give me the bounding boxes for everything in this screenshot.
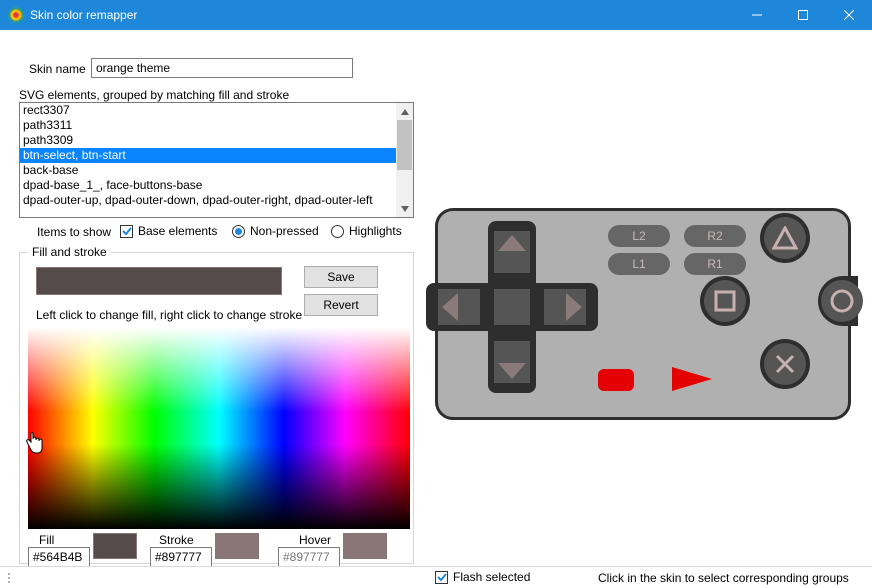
maximize-button[interactable]	[780, 0, 826, 30]
base-elements-checkbox[interactable]: Base elements	[120, 224, 217, 238]
r2-button[interactable]: R2	[684, 225, 746, 247]
elements-listbox[interactable]: rect3307path3311path3309btn-select, btn-…	[19, 102, 414, 218]
fill-input[interactable]	[28, 547, 90, 567]
list-item[interactable]: dpad-outer-up, dpad-outer-down, dpad-out…	[20, 193, 396, 208]
list-item[interactable]: dpad-base_1_, face-buttons-base	[20, 178, 396, 193]
save-button[interactable]: Save	[304, 266, 378, 288]
title-bar: Skin color remapper	[0, 0, 872, 30]
flash-selected-label: Flash selected	[453, 570, 530, 584]
listbox-scrollbar[interactable]	[396, 103, 413, 217]
triangle-button[interactable]	[764, 217, 806, 259]
close-button[interactable]	[826, 0, 872, 30]
base-elements-label: Base elements	[138, 224, 217, 238]
hover-input[interactable]	[278, 547, 340, 567]
hover-swatch[interactable]	[343, 533, 387, 559]
skin-preview[interactable]: L2 L1 R2 R1	[435, 208, 851, 420]
client-area: Skin name SVG elements, grouped by match…	[0, 30, 872, 588]
list-item[interactable]: rect3307	[20, 103, 396, 118]
non-pressed-label: Non-pressed	[250, 224, 319, 238]
radio-icon	[232, 225, 245, 238]
status-hint: Click in the skin to select correspondin…	[598, 571, 849, 585]
list-item[interactable]: path3309	[20, 133, 396, 148]
revert-button[interactable]: Revert	[304, 294, 378, 316]
fill-stroke-hint: Left click to change fill, right click t…	[36, 308, 302, 322]
flash-selected-checkbox[interactable]: Flash selected	[435, 570, 530, 584]
list-item[interactable]: back-base	[20, 163, 396, 178]
elements-heading: SVG elements, grouped by matching fill a…	[19, 88, 289, 102]
cross-button[interactable]	[764, 343, 806, 385]
skin-name-label: Skin name	[29, 62, 86, 76]
btn-start[interactable]	[672, 365, 712, 393]
fill-label: Fill	[39, 533, 54, 547]
color-spectrum[interactable]	[28, 327, 410, 529]
square-button[interactable]	[704, 280, 746, 322]
scroll-down-button[interactable]	[396, 200, 413, 217]
stroke-label: Stroke	[159, 533, 194, 547]
highlights-radio[interactable]: Highlights	[331, 224, 402, 238]
checkbox-icon	[120, 225, 133, 238]
l2-button[interactable]: L2	[608, 225, 670, 247]
checkbox-icon	[435, 571, 448, 584]
list-item[interactable]: path3311	[20, 118, 396, 133]
stroke-swatch[interactable]	[215, 533, 259, 559]
status-bar: Flash selected Click in the skin to sele…	[0, 566, 872, 588]
highlights-label: Highlights	[349, 224, 402, 238]
fill-stroke-group: Fill and stroke Save Revert Left click t…	[19, 252, 414, 564]
status-grip-icon	[8, 573, 14, 583]
fill-stroke-legend: Fill and stroke	[28, 245, 111, 259]
non-pressed-radio[interactable]: Non-pressed	[232, 224, 319, 238]
fill-swatch[interactable]	[93, 533, 137, 559]
l1-button[interactable]: L1	[608, 253, 670, 275]
list-item[interactable]: btn-select, btn-start	[20, 148, 396, 163]
scroll-up-button[interactable]	[396, 103, 413, 120]
btn-select[interactable]	[598, 369, 634, 391]
stroke-input[interactable]	[150, 547, 212, 567]
circle-button[interactable]	[821, 280, 863, 322]
r1-button[interactable]: R1	[684, 253, 746, 275]
preview-swatch[interactable]	[36, 267, 282, 295]
items-to-show-label: Items to show	[37, 225, 111, 239]
minimize-button[interactable]	[734, 0, 780, 30]
hover-label: Hover	[299, 533, 331, 547]
skin-name-input[interactable]	[91, 58, 353, 78]
radio-icon	[331, 225, 344, 238]
window-title: Skin color remapper	[30, 8, 137, 22]
app-icon	[8, 7, 24, 23]
scroll-thumb[interactable]	[397, 120, 412, 170]
